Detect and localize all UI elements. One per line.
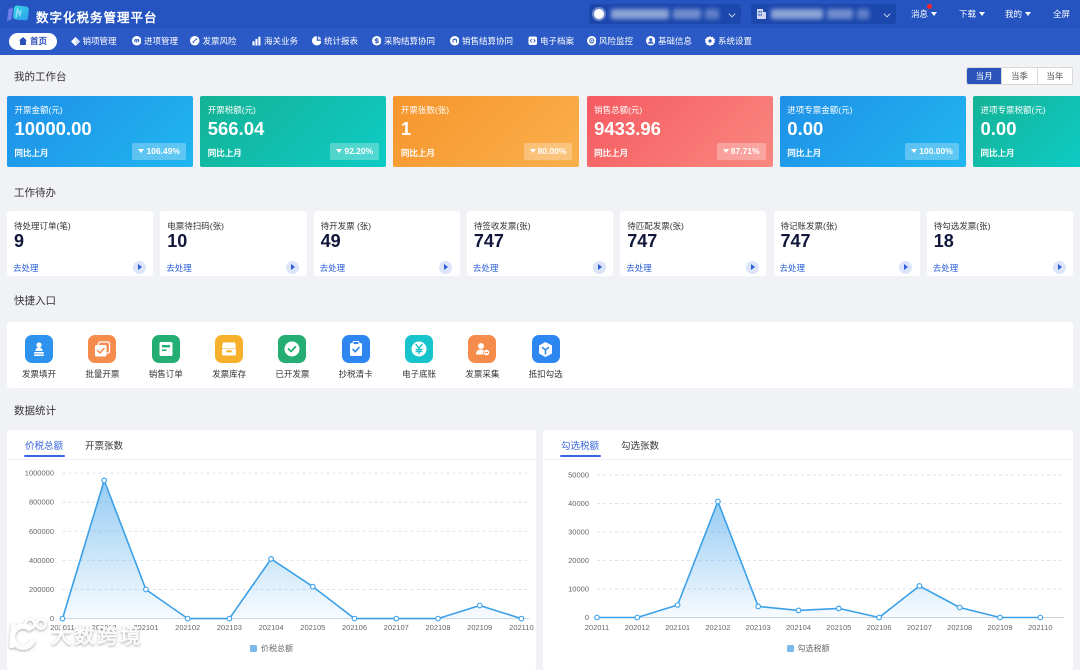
svg-text:202104: 202104 <box>786 623 811 632</box>
svg-text:202103: 202103 <box>746 623 771 632</box>
svg-text:202109: 202109 <box>467 623 492 632</box>
svg-text:202101: 202101 <box>665 623 690 632</box>
svg-text:0: 0 <box>585 613 589 622</box>
svg-text:202110: 202110 <box>1028 623 1052 632</box>
svg-text:30000: 30000 <box>568 528 589 537</box>
svg-text:40000: 40000 <box>568 499 589 508</box>
svg-text:202012: 202012 <box>625 623 650 632</box>
svg-text:202104: 202104 <box>259 623 284 632</box>
svg-text:1000000: 1000000 <box>25 469 54 478</box>
svg-text:202103: 202103 <box>217 623 242 632</box>
svg-text:50000: 50000 <box>568 471 589 480</box>
svg-text:10000: 10000 <box>568 585 589 594</box>
svg-text:202105: 202105 <box>300 623 325 632</box>
svg-text:202106: 202106 <box>342 623 367 632</box>
svg-text:202110: 202110 <box>509 623 533 632</box>
svg-text:202108: 202108 <box>947 623 972 632</box>
svg-text:202108: 202108 <box>425 623 450 632</box>
svg-text:202102: 202102 <box>175 623 200 632</box>
svg-text:202105: 202105 <box>826 623 851 632</box>
svg-text:202102: 202102 <box>705 623 730 632</box>
svg-text:400000: 400000 <box>29 556 54 565</box>
svg-text:202106: 202106 <box>867 623 892 632</box>
svg-text:202011: 202011 <box>585 623 609 632</box>
svg-text:202109: 202109 <box>987 623 1012 632</box>
svg-text:600000: 600000 <box>29 527 54 536</box>
svg-text:202107: 202107 <box>907 623 932 632</box>
svg-text:大数跨境: 大数跨境 <box>51 624 143 648</box>
svg-text:202107: 202107 <box>384 623 409 632</box>
svg-text:20000: 20000 <box>568 556 589 565</box>
svg-text:800000: 800000 <box>29 498 54 507</box>
